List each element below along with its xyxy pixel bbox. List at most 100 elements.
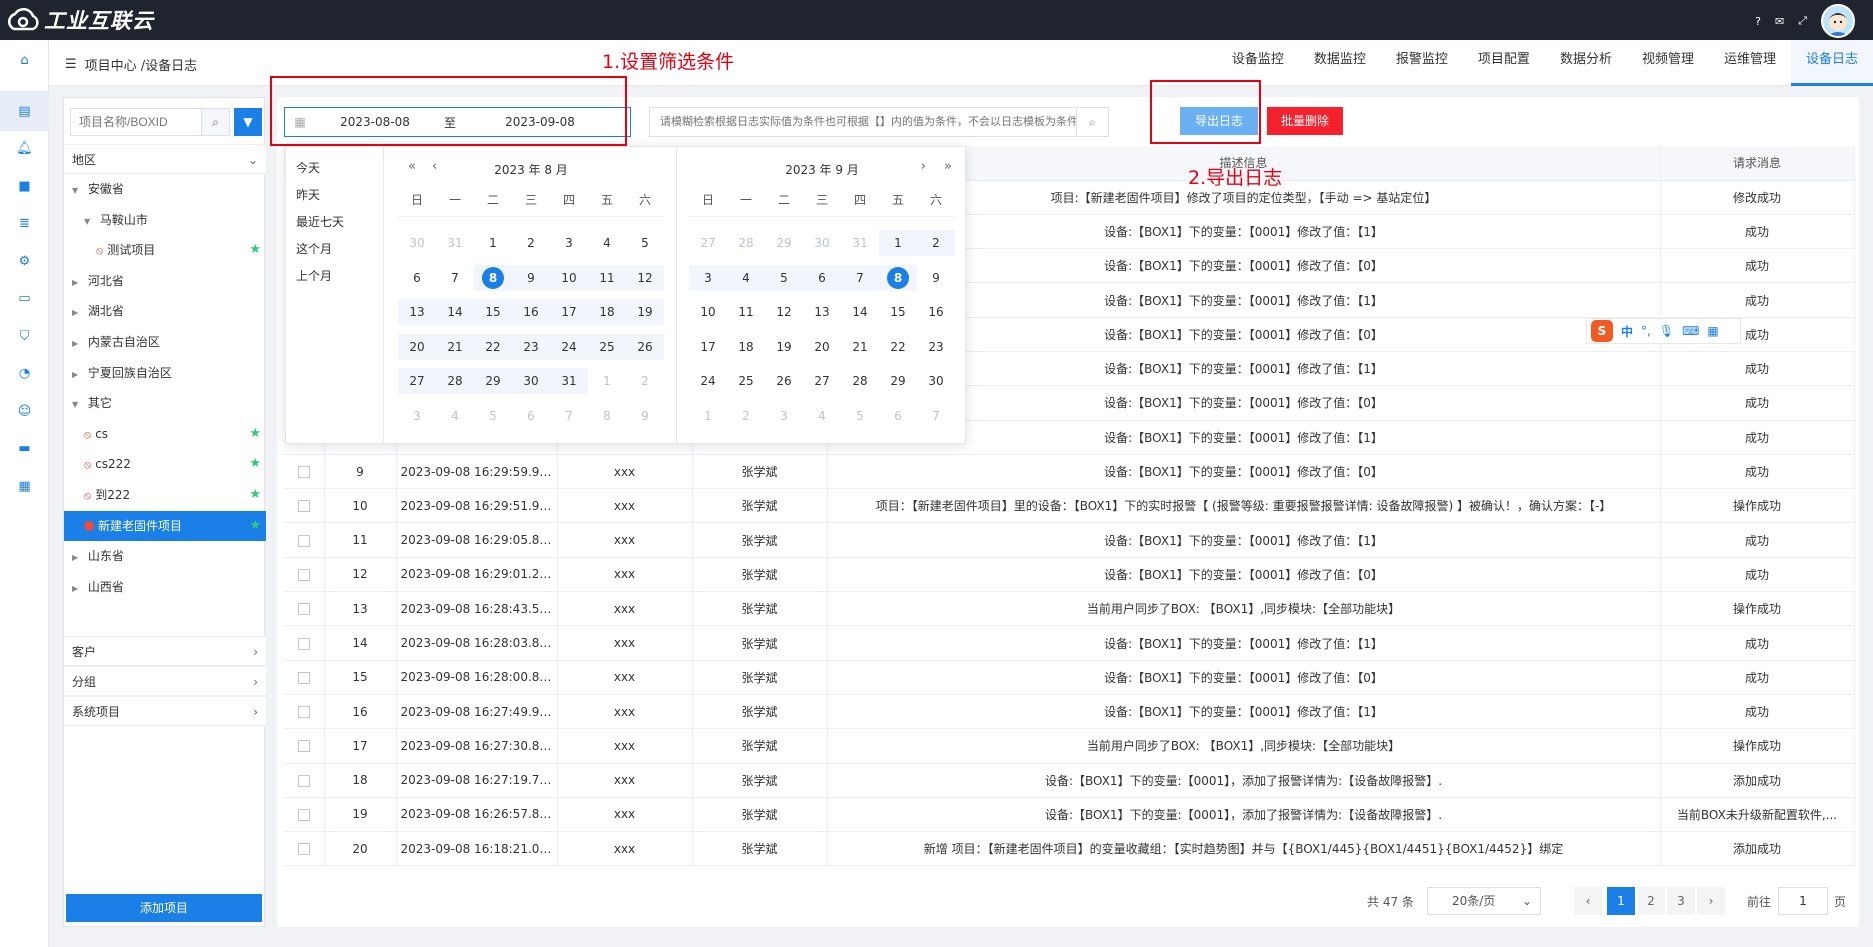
tab-alarm-monitor[interactable]: 报警监控 (1381, 40, 1463, 86)
row-checkbox[interactable] (297, 774, 310, 787)
calendar-day[interactable]: 3 (398, 403, 436, 429)
briefcase-icon[interactable]: ▬ (0, 428, 49, 468)
shortcut-last-7-days[interactable]: 最近七天 (286, 209, 383, 236)
calendar-day[interactable]: 25 (588, 333, 626, 360)
calendar-day[interactable]: 5 (841, 403, 879, 429)
tree-node[interactable]: 新建老固件项目 ★ (64, 510, 266, 541)
row-checkbox[interactable] (297, 740, 310, 753)
tree-node[interactable]: ⦸ 到222 ★ (64, 480, 266, 510)
row-checkbox[interactable] (297, 534, 310, 547)
shield-icon[interactable]: ⛉ (0, 316, 49, 356)
row-checkbox[interactable] (297, 568, 310, 581)
toolbox-icon[interactable]: ▦ (1707, 324, 1718, 338)
video-icon[interactable]: ■ (0, 166, 49, 206)
page-3-button[interactable]: 3 (1667, 887, 1695, 915)
calendar-day[interactable]: 15 (474, 299, 512, 326)
table-row[interactable]: 10 2023-09-08 16:29:51.952 xxx 张学斌 项目：【新建老固件… (284, 488, 1855, 524)
calendar-day[interactable]: 29 (879, 368, 917, 394)
calendar-day[interactable]: 24 (550, 333, 588, 360)
star-icon[interactable]: ★ (249, 511, 261, 541)
ime-toolbar[interactable]: S 中 °, 🎙︎ ⌨ ▦ (1586, 318, 1741, 344)
calendar-day[interactable]: 27 (689, 230, 727, 256)
calendar-day[interactable]: 1 (588, 368, 626, 394)
users-icon[interactable]: ☺ (0, 391, 49, 431)
calendar-day[interactable]: 3 (550, 230, 588, 256)
calendar-day[interactable]: 10 (550, 264, 588, 291)
calendar-day[interactable]: 29 (765, 230, 803, 256)
row-checkbox[interactable] (297, 706, 310, 719)
star-icon[interactable]: ★ (249, 235, 261, 265)
goto-page-input[interactable]: 1 (1778, 887, 1828, 915)
table-row[interactable]: 17 2023-09-08 16:27:30.826 xxx 张学斌 当前用户同步了BO… (284, 728, 1855, 764)
calendar-day[interactable]: 26 (626, 333, 664, 360)
calendar-day[interactable]: 6 (803, 264, 841, 291)
calendar-day[interactable]: 14 (841, 299, 879, 325)
filter-button[interactable]: ▼ (234, 108, 262, 136)
calendar-day[interactable]: 28 (841, 368, 879, 394)
tree-node[interactable]: ▶ 山西省 (64, 572, 266, 602)
caret-right-icon[interactable]: ▶ (72, 543, 84, 573)
tree-node[interactable]: ⦸ cs222 ★ (64, 449, 266, 479)
tree-node[interactable]: ▶ 湖北省 (64, 296, 266, 326)
row-checkbox-cell[interactable] (284, 728, 325, 764)
calendar-day[interactable]: 28 (436, 368, 474, 395)
tree-node[interactable]: ▶ 宁夏回族自治区 (64, 358, 266, 388)
tree-node[interactable]: ▶ 内蒙古自治区 (64, 327, 266, 357)
next-page-button[interactable]: › (1697, 887, 1725, 915)
calendar-day[interactable]: 12 (626, 264, 664, 291)
caret-down-icon[interactable]: ▼ (84, 207, 96, 237)
page-1-button[interactable]: 1 (1607, 887, 1635, 915)
calendar-day[interactable]: 30 (512, 368, 550, 395)
tab-project-config[interactable]: 项目配置 (1463, 40, 1545, 86)
avatar[interactable] (1821, 4, 1855, 38)
calendar-day[interactable]: 30 (398, 230, 436, 256)
ime-mode[interactable]: 中 (1621, 323, 1633, 340)
section-customer[interactable]: 客户 › (64, 636, 266, 666)
tree-node[interactable]: ▶ 山东省 (64, 541, 266, 571)
shortcut-today[interactable]: 今天 (286, 155, 383, 182)
add-project-button[interactable]: 添加项目 (66, 894, 262, 922)
microphone-icon[interactable]: 🎙︎ (1659, 324, 1674, 338)
row-checkbox-cell[interactable] (284, 522, 325, 558)
gauge-icon[interactable]: ◔ (0, 353, 49, 393)
shortcut-this-month[interactable]: 这个月 (286, 236, 383, 263)
fullscreen-icon[interactable]: ⤢ (1798, 14, 1807, 28)
keyboard-icon[interactable]: ⌨ (1682, 324, 1699, 338)
tree-node[interactable]: ▼ 马鞍山市 (64, 205, 266, 235)
bell-icon[interactable]: 🔔︎ (0, 128, 49, 168)
calendar-day[interactable]: 17 (689, 334, 727, 360)
monitor-icon[interactable]: ▭ (0, 278, 49, 318)
table-row[interactable]: 16 2023-09-08 16:27:49.927 xxx 张学斌 设备:【BOX1】… (284, 694, 1855, 730)
calendar-day[interactable]: 11 (727, 299, 765, 325)
calendar-day[interactable]: 27 (398, 368, 436, 395)
caret-right-icon[interactable]: ▶ (72, 574, 84, 604)
shortcut-yesterday[interactable]: 昨天 (286, 182, 383, 209)
row-checkbox[interactable] (297, 466, 310, 479)
calendar-day[interactable]: 2 (626, 368, 664, 394)
calendar-day[interactable]: 17 (550, 299, 588, 326)
section-group[interactable]: 分组 › (64, 666, 266, 696)
tab-video-management[interactable]: 视频管理 (1627, 40, 1709, 86)
project-search-input[interactable] (71, 109, 201, 135)
star-icon[interactable]: ★ (249, 480, 261, 510)
calendar-day[interactable]: 4 (727, 264, 765, 291)
calendar-day[interactable]: 28 (727, 230, 765, 256)
row-checkbox-cell[interactable] (284, 763, 325, 798)
calendar-day[interactable]: 29 (474, 368, 512, 395)
calendar-day[interactable]: 9 (917, 265, 955, 291)
calendar-day[interactable]: 13 (803, 299, 841, 325)
calendar-day[interactable]: 26 (765, 368, 803, 394)
row-checkbox-cell[interactable] (284, 625, 325, 661)
calendar-day[interactable]: 5 (626, 230, 664, 256)
calendar-day[interactable]: 8 (474, 264, 512, 291)
calendar-day[interactable]: 5 (765, 264, 803, 291)
tree-node[interactable]: ⦸ 测试项目 ★ (64, 235, 266, 265)
calendar-day[interactable]: 6 (512, 403, 550, 429)
calendar-day[interactable]: 10 (689, 299, 727, 325)
calendar-day[interactable]: 4 (588, 230, 626, 256)
calendar-day[interactable]: 7 (550, 403, 588, 429)
row-checkbox[interactable] (297, 843, 310, 856)
calendar-day[interactable]: 3 (765, 403, 803, 429)
calendar-day[interactable]: 7 (917, 403, 955, 429)
caret-down-icon[interactable]: ▼ (72, 176, 84, 206)
